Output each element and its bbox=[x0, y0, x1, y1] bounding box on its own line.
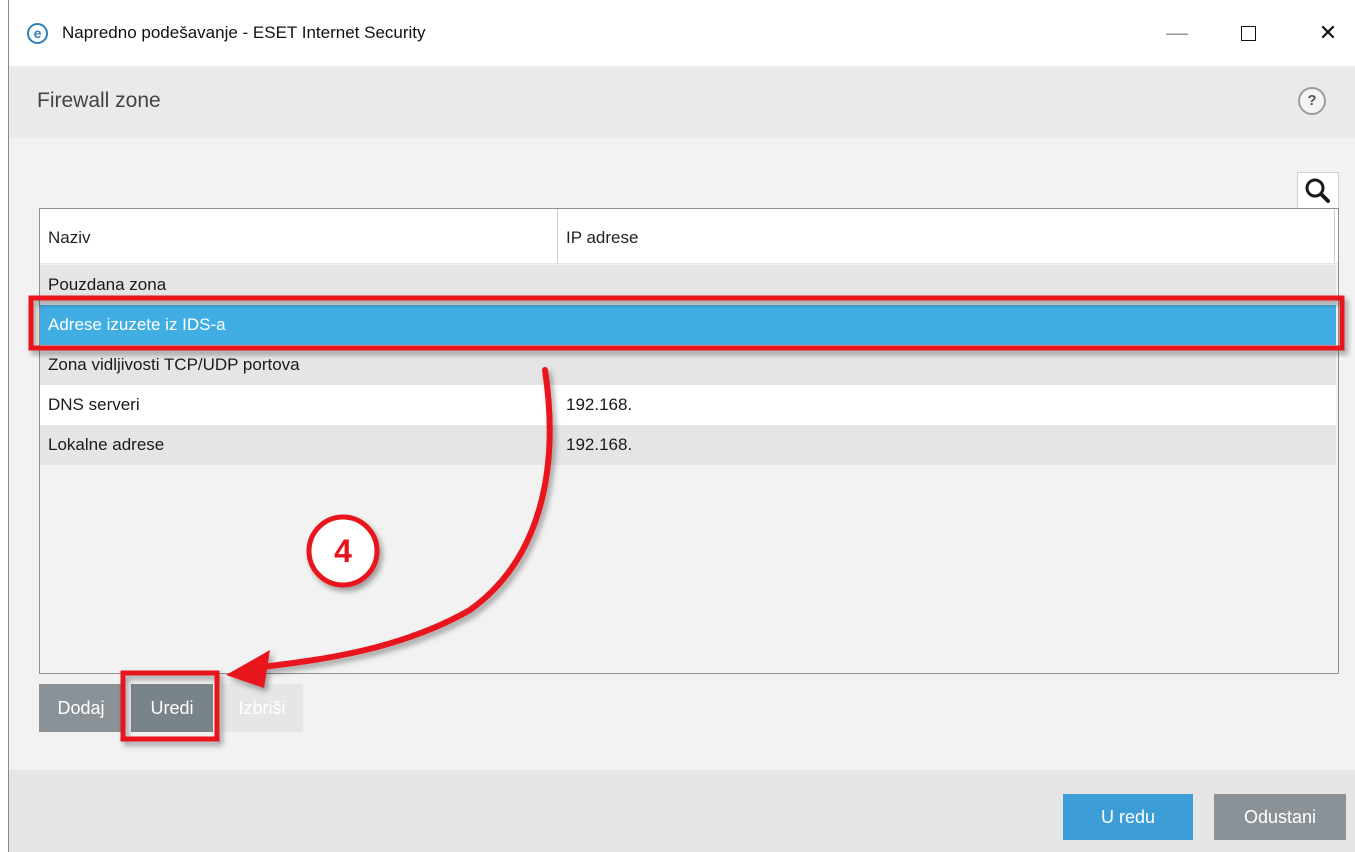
window-title: Napredno podešavanje - ESET Internet Sec… bbox=[62, 23, 426, 42]
table-row[interactable]: Zona vidljivosti TCP/UDP portova bbox=[40, 345, 1336, 385]
table-row[interactable]: Lokalne adrese 192.168. bbox=[40, 425, 1336, 465]
close-icon: ✕ bbox=[1318, 20, 1338, 45]
zone-ip: 192.168. bbox=[566, 395, 633, 414]
step-number: 4 bbox=[334, 533, 352, 569]
table-header: Naziv IP adrese bbox=[40, 209, 1338, 264]
search-button[interactable] bbox=[1297, 172, 1339, 210]
zone-name: Adrese izuzete iz IDS-a bbox=[48, 315, 226, 334]
column-divider bbox=[1334, 209, 1335, 263]
eset-logo-icon: e bbox=[27, 23, 48, 44]
zone-name: Pouzdana zona bbox=[48, 275, 167, 294]
column-header-name[interactable]: Naziv bbox=[48, 209, 91, 263]
table-row[interactable]: Pouzdana zona bbox=[40, 265, 1336, 305]
dialog-footer: U redu Odustani bbox=[9, 770, 1355, 852]
zone-name: DNS serveri bbox=[48, 395, 140, 414]
page-title: Firewall zone bbox=[37, 89, 161, 112]
edit-button[interactable]: Uredi bbox=[131, 684, 213, 732]
maximize-icon bbox=[1240, 25, 1256, 41]
dialog-window: e Napredno podešavanje - ESET Internet S… bbox=[8, 0, 1355, 852]
page-header: Firewall zone ? bbox=[9, 66, 1355, 138]
search-icon bbox=[1305, 178, 1330, 203]
minimize-icon: — bbox=[1166, 20, 1188, 45]
close-button[interactable]: ✕ bbox=[1305, 14, 1351, 52]
content-area: Naziv IP adrese Pouzdana zona Adrese izu… bbox=[9, 138, 1355, 770]
column-divider[interactable] bbox=[557, 209, 558, 263]
zones-table: Naziv IP adrese Pouzdana zona Adrese izu… bbox=[39, 208, 1339, 674]
delete-button: Izbriši bbox=[221, 684, 303, 732]
zone-name: Zona vidljivosti TCP/UDP portova bbox=[48, 355, 300, 374]
column-header-ip[interactable]: IP adrese bbox=[566, 209, 638, 263]
table-row-selected[interactable]: Adrese izuzete iz IDS-a bbox=[40, 305, 1336, 345]
maximize-button[interactable] bbox=[1225, 14, 1271, 52]
zone-ip: 192.168. bbox=[566, 435, 633, 454]
cancel-button[interactable]: Odustani bbox=[1214, 794, 1346, 840]
zone-name: Lokalne adrese bbox=[48, 435, 165, 454]
minimize-button[interactable]: — bbox=[1154, 14, 1200, 52]
table-row[interactable]: DNS serveri 192.168. bbox=[40, 385, 1336, 425]
add-button[interactable]: Dodaj bbox=[39, 684, 123, 732]
help-icon[interactable]: ? bbox=[1298, 87, 1326, 115]
title-bar: e Napredno podešavanje - ESET Internet S… bbox=[9, 0, 1355, 66]
ok-button[interactable]: U redu bbox=[1063, 794, 1193, 840]
